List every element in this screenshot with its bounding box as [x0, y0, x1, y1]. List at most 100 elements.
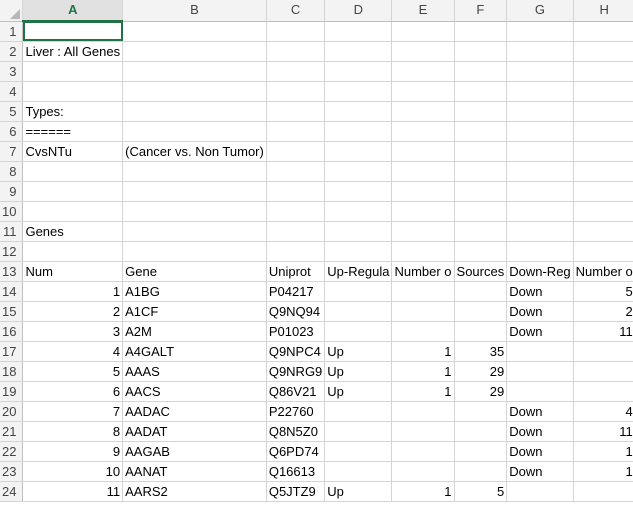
cell-d6[interactable] [324, 121, 393, 142]
cell-g17[interactable] [506, 341, 574, 362]
cell-a22[interactable]: 9 [22, 441, 124, 462]
cell-a7[interactable]: CvsNTu [22, 141, 124, 162]
cell-e20[interactable] [391, 401, 455, 422]
cell-h4[interactable] [573, 81, 633, 102]
cell-b24[interactable]: AARS2 [122, 481, 267, 502]
cell-f22[interactable] [454, 441, 508, 462]
row-header[interactable]: 5 [0, 101, 24, 122]
cell-a3[interactable] [22, 61, 124, 82]
cell-f6[interactable] [454, 121, 508, 142]
cell-b11[interactable] [122, 221, 267, 242]
cell-d16[interactable] [324, 321, 393, 342]
cell-c3[interactable] [266, 61, 326, 82]
column-header-g[interactable]: G [506, 0, 574, 22]
cell-a21[interactable]: 8 [22, 421, 124, 442]
cell-e15[interactable] [391, 301, 455, 322]
cell-h10[interactable] [573, 201, 633, 222]
cell-e8[interactable] [391, 161, 455, 182]
cell-c13[interactable]: Uniprot [266, 261, 326, 282]
cell-c20[interactable]: P22760 [266, 401, 326, 422]
cell-g7[interactable] [506, 141, 574, 162]
cell-f18[interactable]: 29 [454, 361, 508, 382]
cell-b18[interactable]: AAAS [122, 361, 267, 382]
cell-b22[interactable]: AAGAB [122, 441, 267, 462]
cell-b5[interactable] [122, 101, 267, 122]
cell-b12[interactable] [122, 241, 267, 262]
cell-h12[interactable] [573, 241, 633, 262]
cell-h19[interactable] [573, 381, 633, 402]
cell-c19[interactable]: Q86V21 [266, 381, 326, 402]
cell-e3[interactable] [391, 61, 455, 82]
cell-h7[interactable] [573, 141, 633, 162]
row-header[interactable]: 19 [0, 381, 24, 402]
cell-d13[interactable]: Up-Regula [324, 261, 393, 282]
cell-a1[interactable] [22, 21, 124, 42]
cell-f7[interactable] [454, 141, 508, 162]
cell-c17[interactable]: Q9NPC4 [266, 341, 326, 362]
cell-c9[interactable] [266, 181, 326, 202]
cell-f1[interactable] [454, 21, 508, 42]
cell-g12[interactable] [506, 241, 574, 262]
cell-g1[interactable] [506, 21, 574, 42]
cell-f17[interactable]: 35 [454, 341, 508, 362]
cell-f3[interactable] [454, 61, 508, 82]
row-header[interactable]: 12 [0, 241, 24, 262]
row-header[interactable]: 3 [0, 61, 24, 82]
cell-g15[interactable]: Down [506, 301, 574, 322]
cell-c15[interactable]: Q9NQ94 [266, 301, 326, 322]
row-header[interactable]: 1 [0, 21, 24, 42]
row-header[interactable]: 21 [0, 421, 24, 442]
cell-b15[interactable]: A1CF [122, 301, 267, 322]
cell-b8[interactable] [122, 161, 267, 182]
cell-g18[interactable] [506, 361, 574, 382]
cell-g4[interactable] [506, 81, 574, 102]
cell-h20[interactable]: 4 [573, 401, 633, 422]
cell-a14[interactable]: 1 [22, 281, 124, 302]
cell-c8[interactable] [266, 161, 326, 182]
cell-h17[interactable] [573, 341, 633, 362]
cell-d5[interactable] [324, 101, 393, 122]
cell-h6[interactable] [573, 121, 633, 142]
cell-g9[interactable] [506, 181, 574, 202]
row-header[interactable]: 20 [0, 401, 24, 422]
cell-f2[interactable] [454, 41, 508, 62]
cell-f23[interactable] [454, 461, 508, 482]
cell-g24[interactable] [506, 481, 574, 502]
cell-c11[interactable] [266, 221, 326, 242]
cell-h22[interactable]: 1 [573, 441, 633, 462]
cell-c21[interactable]: Q8N5Z0 [266, 421, 326, 442]
cell-b9[interactable] [122, 181, 267, 202]
select-all-corner[interactable] [0, 0, 24, 22]
cell-a11[interactable]: Genes [22, 221, 124, 242]
cell-c1[interactable] [266, 21, 326, 42]
cell-f9[interactable] [454, 181, 508, 202]
row-header[interactable]: 24 [0, 481, 24, 502]
cell-e18[interactable]: 1 [391, 361, 455, 382]
cell-a12[interactable] [22, 241, 124, 262]
cell-b6[interactable] [122, 121, 267, 142]
row-header[interactable]: 6 [0, 121, 24, 142]
cell-a8[interactable] [22, 161, 124, 182]
row-header[interactable]: 9 [0, 181, 24, 202]
cell-d20[interactable] [324, 401, 393, 422]
cell-d23[interactable] [324, 461, 393, 482]
cell-g11[interactable] [506, 221, 574, 242]
cell-f21[interactable] [454, 421, 508, 442]
cell-g2[interactable] [506, 41, 574, 62]
cell-h18[interactable] [573, 361, 633, 382]
row-header[interactable]: 2 [0, 41, 24, 62]
cell-e22[interactable] [391, 441, 455, 462]
cell-h16[interactable]: 11 [573, 321, 633, 342]
column-header-d[interactable]: D [324, 0, 393, 22]
cell-h13[interactable]: Number o [573, 261, 633, 282]
cell-b19[interactable]: AACS [122, 381, 267, 402]
row-header[interactable]: 14 [0, 281, 24, 302]
cell-a24[interactable]: 11 [22, 481, 124, 502]
row-header[interactable]: 7 [0, 141, 24, 162]
cell-a16[interactable]: 3 [22, 321, 124, 342]
cell-c12[interactable] [266, 241, 326, 262]
cell-b4[interactable] [122, 81, 267, 102]
cell-e13[interactable]: Number o [391, 261, 455, 282]
cell-f12[interactable] [454, 241, 508, 262]
cell-b21[interactable]: AADAT [122, 421, 267, 442]
